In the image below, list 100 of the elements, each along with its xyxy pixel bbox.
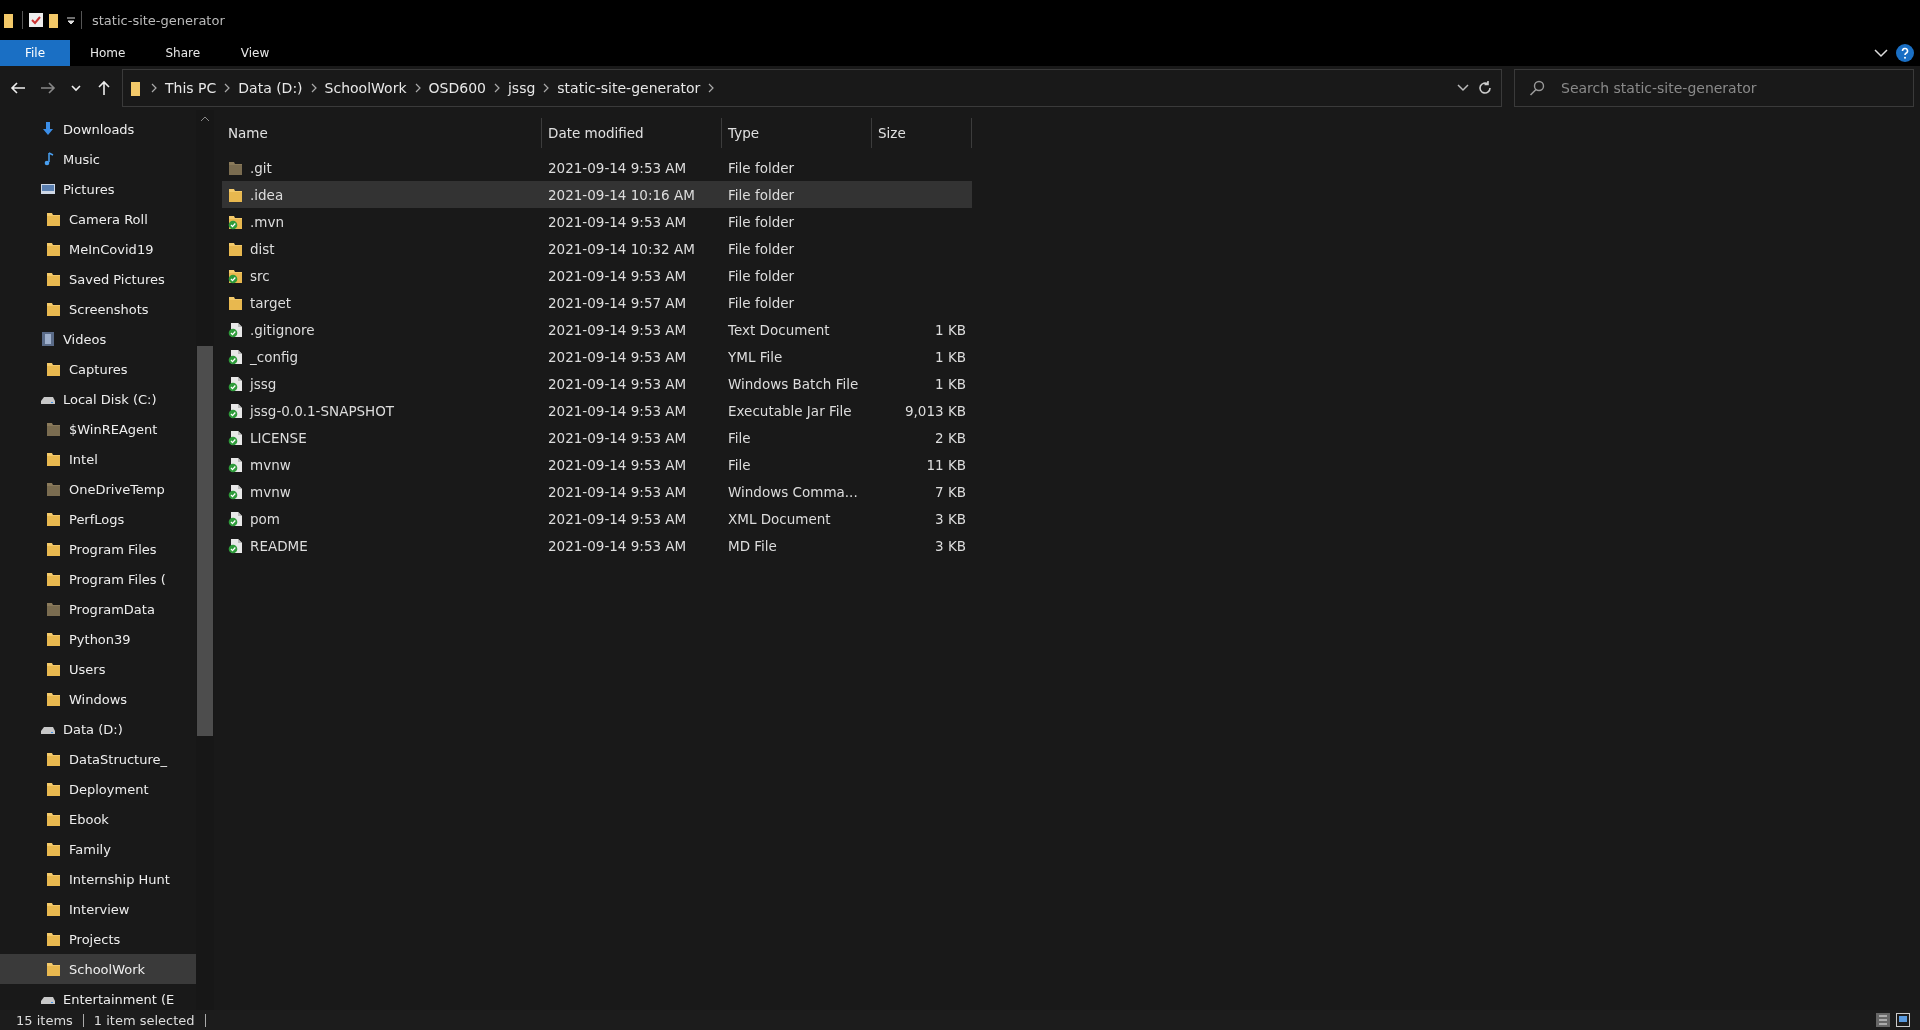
- file-name: src: [250, 267, 270, 284]
- navigation-label: Pictures: [63, 181, 115, 197]
- navigation-item[interactable]: OneDriveTemp: [0, 474, 196, 504]
- navigation-item[interactable]: ProgramData: [0, 594, 196, 624]
- refresh-icon[interactable]: [1477, 80, 1493, 96]
- address-bar[interactable]: This PC Data (D:) SchoolWork OSD600 jssg static-site-generator: [122, 69, 1502, 107]
- navigation-item[interactable]: Projects: [0, 924, 196, 954]
- scroll-up-icon[interactable]: [200, 116, 210, 122]
- navigation-item[interactable]: DataStructure_: [0, 744, 196, 774]
- breadcrumb-item[interactable]: static-site-generator: [557, 80, 701, 96]
- navigation-item[interactable]: Deployment: [0, 774, 196, 804]
- file-row[interactable]: mvnw 2021-09-14 9:53 AM File 11 KB: [222, 451, 972, 478]
- breadcrumb-item[interactable]: SchoolWork: [324, 80, 407, 96]
- navigation-item[interactable]: MeInCovid19: [0, 234, 196, 264]
- search-field[interactable]: Search static-site-generator: [1559, 79, 1899, 97]
- help-icon[interactable]: [1896, 44, 1914, 62]
- file-row[interactable]: _config 2021-09-14 9:53 AM YML File 1 KB: [222, 343, 972, 370]
- file-row[interactable]: jssg 2021-09-14 9:53 AM Windows Batch File 1 KB: [222, 370, 972, 397]
- expand-ribbon-chevron-icon[interactable]: [1874, 48, 1888, 58]
- file-row[interactable]: .git 2021-09-14 9:53 AM File folder: [222, 154, 972, 181]
- navigation-item[interactable]: SchoolWork: [0, 954, 196, 984]
- file-row[interactable]: jssg-0.0.1-SNAPSHOT 2021-09-14 9:53 AM Executable Jar File 9,013 KB: [222, 397, 972, 424]
- ribbon-tab[interactable]: Home: [70, 40, 146, 66]
- ribbon-tab[interactable]: View: [220, 40, 291, 66]
- file-row[interactable]: README 2021-09-14 9:53 AM MD File 3 KB: [222, 532, 972, 559]
- file-row[interactable]: target 2021-09-14 9:57 AM File folder: [222, 289, 972, 316]
- date-cell-text: 2021-09-14 9:53 AM: [547, 537, 688, 554]
- folder-icon: [46, 481, 62, 497]
- file-row[interactable]: LICENSE 2021-09-14 9:53 AM File 2 KB: [222, 424, 972, 451]
- navigation-label: Internship Hunt: [69, 871, 170, 887]
- breadcrumb-item[interactable]: OSD600: [428, 80, 486, 96]
- navigation-item[interactable]: Program Files: [0, 534, 196, 564]
- type-cell-text: MD File: [727, 537, 778, 554]
- dropdown-caret-icon[interactable]: [67, 16, 75, 24]
- ribbon-tab[interactable]: File: [0, 40, 70, 66]
- breadcrumb-item[interactable]: Data (D:): [238, 80, 303, 96]
- folder-icon: [46, 811, 62, 827]
- details-view-icon[interactable]: [1876, 1013, 1890, 1027]
- navigation-item[interactable]: Data (D:): [0, 714, 196, 744]
- file-row[interactable]: .idea 2021-09-14 10:16 AM File folder: [222, 181, 972, 208]
- back-arrow-icon[interactable]: [10, 80, 26, 96]
- type-cell-text: File: [727, 429, 752, 446]
- file-row[interactable]: mvnw 2021-09-14 9:53 AM Windows Comma... 7 KB: [222, 478, 972, 505]
- navigation-item[interactable]: Internship Hunt: [0, 864, 196, 894]
- navigation-item[interactable]: $WinREAgent: [0, 414, 196, 444]
- status-text: 15 items: [16, 1012, 73, 1028]
- forward-arrow-icon[interactable]: [40, 80, 56, 96]
- dropdown-chevron-icon[interactable]: [1457, 84, 1469, 92]
- navigation-item[interactable]: Ebook: [0, 804, 196, 834]
- file-name: target: [250, 294, 292, 311]
- navigation-item[interactable]: Users: [0, 654, 196, 684]
- breadcrumb-item[interactable]: jssg: [507, 80, 536, 96]
- navigation-item[interactable]: Entertainment (E: [0, 984, 196, 1010]
- navigation-item[interactable]: Captures: [0, 354, 196, 384]
- folder-icon: [46, 871, 62, 887]
- navigation-label: MeInCovid19: [69, 241, 154, 257]
- column-header[interactable]: Name: [222, 118, 542, 148]
- navigation-item[interactable]: Local Disk (C:): [0, 384, 196, 414]
- type-cell-text: File folder: [727, 267, 796, 284]
- file-row[interactable]: dist 2021-09-14 10:32 AM File folder: [222, 235, 972, 262]
- scrollbar-thumb[interactable]: [197, 346, 213, 736]
- date-cell-text: 2021-09-14 9:57 AM: [547, 294, 688, 311]
- large-icons-view-icon[interactable]: [1896, 1013, 1910, 1027]
- column-header[interactable]: Date modified: [542, 118, 722, 148]
- navigation-item[interactable]: Downloads: [0, 114, 196, 144]
- folder-icon: [46, 661, 62, 677]
- column-header[interactable]: Type: [722, 118, 872, 148]
- navigation-item[interactable]: Videos: [0, 324, 196, 354]
- navigation-item[interactable]: Pictures: [0, 174, 196, 204]
- download-arrow-icon: [40, 121, 56, 137]
- breadcrumb-item[interactable]: This PC: [165, 80, 217, 96]
- navigation-item[interactable]: Screenshots: [0, 294, 196, 324]
- file-row[interactable]: src 2021-09-14 9:53 AM File folder: [222, 262, 972, 289]
- ribbon-tab[interactable]: Share: [145, 40, 221, 66]
- navigation-label: Downloads: [63, 121, 135, 137]
- up-arrow-icon[interactable]: [96, 80, 112, 96]
- navigation-item[interactable]: Saved Pictures: [0, 264, 196, 294]
- file-name: _config: [250, 348, 299, 365]
- date-cell-text: 2021-09-14 9:53 AM: [547, 402, 688, 419]
- navigation-item[interactable]: Family: [0, 834, 196, 864]
- file-row[interactable]: .mvn 2021-09-14 9:53 AM File folder: [222, 208, 972, 235]
- properties-check-icon[interactable]: [29, 13, 43, 27]
- folder-icon: [46, 241, 62, 257]
- column-header[interactable]: Size: [872, 118, 972, 148]
- size-cell-text: 1 KB: [934, 321, 967, 338]
- file-row[interactable]: .gitignore 2021-09-14 9:53 AM Text Document 1 KB: [222, 316, 972, 343]
- navigation-item[interactable]: Program Files (: [0, 564, 196, 594]
- search-box[interactable]: Search static-site-generator: [1514, 69, 1914, 107]
- type-cell-text: Windows Comma...: [727, 483, 859, 500]
- folder-icon: [46, 841, 62, 857]
- navigation-label: Projects: [69, 931, 121, 947]
- file-row[interactable]: pom 2021-09-14 9:53 AM XML Document 3 KB: [222, 505, 972, 532]
- navigation-item[interactable]: Interview: [0, 894, 196, 924]
- navigation-item[interactable]: Python39: [0, 624, 196, 654]
- navigation-item[interactable]: Windows: [0, 684, 196, 714]
- navigation-item[interactable]: PerfLogs: [0, 504, 196, 534]
- navigation-item[interactable]: Camera Roll: [0, 204, 196, 234]
- navigation-item[interactable]: Music: [0, 144, 196, 174]
- navigation-item[interactable]: Intel: [0, 444, 196, 474]
- folder-icon[interactable]: [49, 12, 61, 28]
